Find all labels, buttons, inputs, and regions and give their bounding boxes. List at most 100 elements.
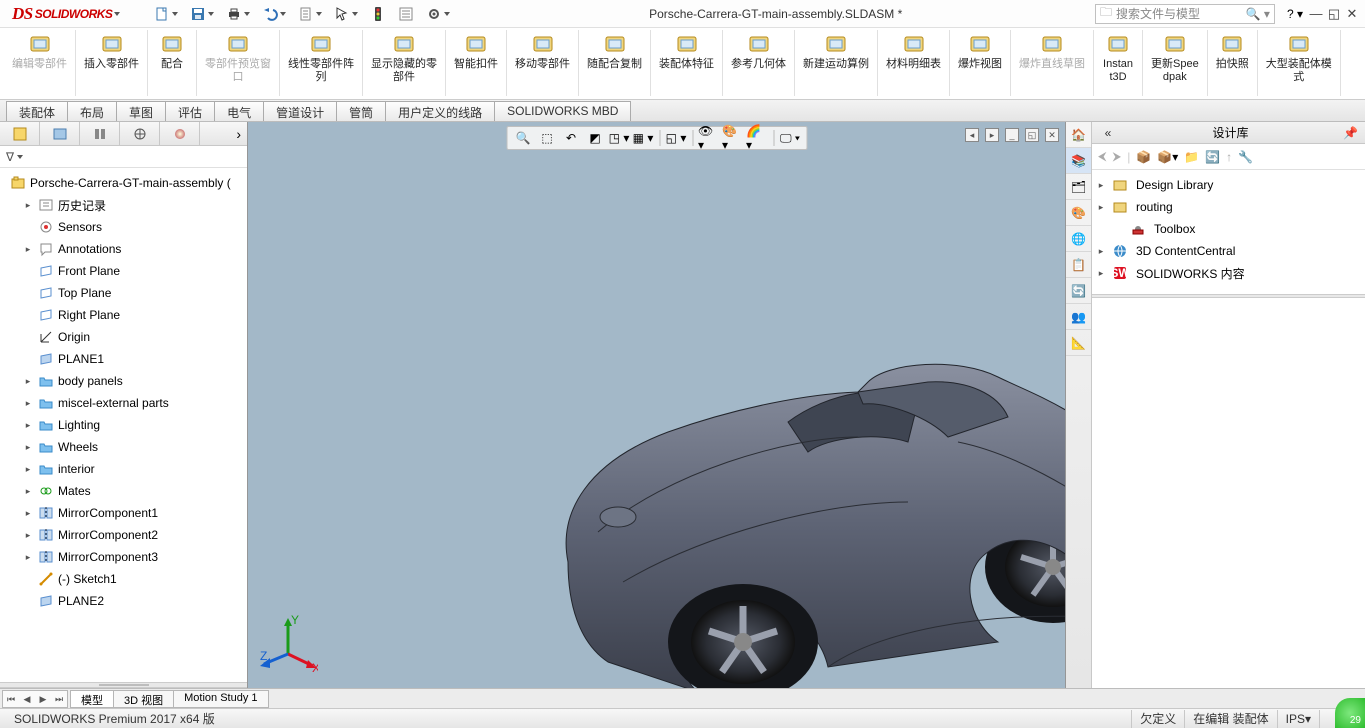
qat-rebuild-button[interactable] xyxy=(294,2,326,26)
tree-item[interactable]: ▸interior xyxy=(0,458,247,480)
qat-traffic-button[interactable] xyxy=(366,2,390,26)
tree-item[interactable]: ▸Front Plane xyxy=(0,260,247,282)
tab-motion[interactable]: Motion Study 1 xyxy=(173,690,268,708)
cm-tab-0[interactable]: 装配体 xyxy=(6,101,68,121)
minimize-button[interactable]: — xyxy=(1307,6,1325,22)
graphics-viewport[interactable]: 🔍 ⬚ ↶ ◩ ◳ ▾ ▦ ▾ ◱ ▾ 👁 ▾ 🎨 ▾ 🌈 ▾ 🖵 ▾ ◂ ▸ … xyxy=(248,122,1065,688)
vp-rest-button[interactable]: ◱ xyxy=(1025,128,1039,142)
qat-undo-button[interactable] xyxy=(258,2,290,26)
tree-item[interactable]: ▸PLANE1 xyxy=(0,348,247,370)
search-input[interactable]: 🗀 搜索文件与模型 🔍 ▾ xyxy=(1095,4,1275,24)
qat-save-button[interactable] xyxy=(186,2,218,26)
tree-item[interactable]: ▸MirrorComponent2 xyxy=(0,524,247,546)
ribbon-snapshot[interactable]: 拍快照 xyxy=(1212,30,1253,96)
design-lib-item[interactable]: ▸3D ContentCentral xyxy=(1094,240,1363,262)
qat-new-button[interactable] xyxy=(150,2,182,26)
cm-tab-4[interactable]: 电气 xyxy=(214,101,264,121)
tree-item[interactable]: ▸body panels xyxy=(0,370,247,392)
design-lib-item[interactable]: ▸SWSOLIDWORKS 内容 xyxy=(1094,262,1363,284)
cm-tab-6[interactable]: 管筒 xyxy=(336,101,386,121)
close-button[interactable]: ✕ xyxy=(1343,6,1361,22)
tp-tab-appear[interactable]: 🌐 xyxy=(1066,226,1091,252)
ribbon-move-part[interactable]: 移动零部件 xyxy=(511,30,574,96)
ribbon-bom[interactable]: 材料明细表 xyxy=(882,30,945,96)
fm-tab-dim[interactable] xyxy=(120,122,160,145)
tree-item[interactable]: ▸Lighting xyxy=(0,414,247,436)
ribbon-large-assy[interactable]: 大型装配体模式 xyxy=(1262,30,1336,96)
tp-tab-forum[interactable]: 👥 xyxy=(1066,304,1091,330)
fm-tab-feature[interactable] xyxy=(0,122,40,145)
qat-gear-button[interactable] xyxy=(422,2,454,26)
appearance-button[interactable]: 🎨 ▾ xyxy=(722,128,744,148)
notification-badge[interactable]: 29 xyxy=(1335,698,1365,728)
design-lib-item[interactable]: ▸Design Library xyxy=(1094,174,1363,196)
section-button[interactable]: ◩ xyxy=(584,128,606,148)
fm-tab-display[interactable] xyxy=(160,122,200,145)
ribbon-showhide[interactable]: 显示隐藏的零部件 xyxy=(367,30,441,96)
tree-item[interactable]: ▸Mates xyxy=(0,480,247,502)
hide-show-button[interactable]: ◱ ▾ xyxy=(665,128,687,148)
cm-tab-1[interactable]: 布局 xyxy=(67,101,117,121)
fm-tab-expand[interactable]: › xyxy=(200,122,247,145)
pin-icon[interactable]: 📌 xyxy=(1343,126,1359,140)
qat-options-button[interactable] xyxy=(394,2,418,26)
ribbon-assy-feat[interactable]: 装配体特征 xyxy=(655,30,718,96)
tree-item[interactable]: ▸PLANE2 xyxy=(0,590,247,612)
tree-item[interactable]: ▸MirrorComponent1 xyxy=(0,502,247,524)
tree-item[interactable]: ▸(-) Sketch1 xyxy=(0,568,247,590)
tp-tab-design[interactable]: 📚 xyxy=(1066,148,1091,174)
eye-button[interactable]: 👁 ▾ xyxy=(698,128,720,148)
fm-tab-property[interactable] xyxy=(40,122,80,145)
ribbon-mate[interactable]: 配合 xyxy=(152,30,192,96)
tree-item[interactable]: ▸miscel-external parts xyxy=(0,392,247,414)
tp-tab-props[interactable]: 📋 xyxy=(1066,252,1091,278)
ribbon-insert-part[interactable]: 插入零部件 xyxy=(80,30,143,96)
tree-item[interactable]: ▸Annotations xyxy=(0,238,247,260)
tree-item[interactable]: ▸Sensors xyxy=(0,216,247,238)
ribbon-ref-geom[interactable]: 参考几何体 xyxy=(727,30,790,96)
screen-button[interactable]: 🖵 ▾ xyxy=(779,128,801,148)
tree-item[interactable]: ▸Origin xyxy=(0,326,247,348)
tp-add-button[interactable]: 📦▾ xyxy=(1157,150,1178,164)
ribbon-smart-fast[interactable]: 智能扣件 xyxy=(450,30,502,96)
restore-button[interactable]: ◱ xyxy=(1325,6,1343,22)
tp-up-button[interactable]: ↑ xyxy=(1226,150,1232,164)
tp-tab-home[interactable]: 🏠 xyxy=(1066,122,1091,148)
fm-tab-config[interactable] xyxy=(80,122,120,145)
qat-print-button[interactable] xyxy=(222,2,254,26)
tp-tab-misc[interactable]: 📐 xyxy=(1066,330,1091,356)
qat-select-button[interactable] xyxy=(330,2,362,26)
display-style-button[interactable]: ▦ ▾ xyxy=(632,128,654,148)
tp-config-button[interactable]: 🔧 xyxy=(1238,150,1253,164)
cm-tab-3[interactable]: 评估 xyxy=(165,101,215,121)
tp-tab-explorer[interactable]: 🗂 xyxy=(1066,174,1091,200)
cm-tab-5[interactable]: 管道设计 xyxy=(263,101,337,121)
ribbon-speedpak[interactable]: 更新Speedpak xyxy=(1147,30,1203,96)
zoom-area-button[interactable]: ⬚ xyxy=(536,128,558,148)
tree-item[interactable]: ▸Top Plane xyxy=(0,282,247,304)
zoom-fit-button[interactable]: 🔍 xyxy=(512,128,534,148)
tp-tab-view[interactable]: 🎨 xyxy=(1066,200,1091,226)
status-units[interactable]: IPS ▾ xyxy=(1277,710,1319,728)
cm-tab-8[interactable]: SOLIDWORKS MBD xyxy=(494,101,631,121)
nav-prev[interactable]: ◀ xyxy=(19,694,35,705)
tp-new-button[interactable]: 📦 xyxy=(1136,150,1151,164)
tp-reload-button[interactable]: 🔄 xyxy=(1205,150,1220,164)
design-lib-item[interactable]: ▸routing xyxy=(1094,196,1363,218)
ribbon-exploded[interactable]: 爆炸视图 xyxy=(954,30,1006,96)
cm-tab-2[interactable]: 草图 xyxy=(116,101,166,121)
tree-root[interactable]: Porsche-Carrera-GT-main-assembly ( xyxy=(0,172,247,194)
nav-last[interactable]: ⏭ xyxy=(51,694,67,705)
cm-tab-7[interactable]: 用户定义的线路 xyxy=(385,101,495,121)
tab-model[interactable]: 模型 xyxy=(70,690,114,708)
view-orient-button[interactable]: ◳ ▾ xyxy=(608,128,630,148)
scene-button[interactable]: 🌈 ▾ xyxy=(746,128,768,148)
nav-first[interactable]: ⏮ xyxy=(3,694,19,705)
tp-forward-button[interactable]: ⮞ xyxy=(1113,149,1122,164)
feature-filter[interactable]: ∇ xyxy=(0,146,247,168)
tree-item[interactable]: ▸历史记录 xyxy=(0,194,247,216)
tab-3dview[interactable]: 3D 视图 xyxy=(113,690,174,708)
tree-item[interactable]: ▸MirrorComponent3 xyxy=(0,546,247,568)
tp-back-button[interactable]: ⮜ xyxy=(1098,149,1107,164)
tree-item[interactable]: ▸Wheels xyxy=(0,436,247,458)
